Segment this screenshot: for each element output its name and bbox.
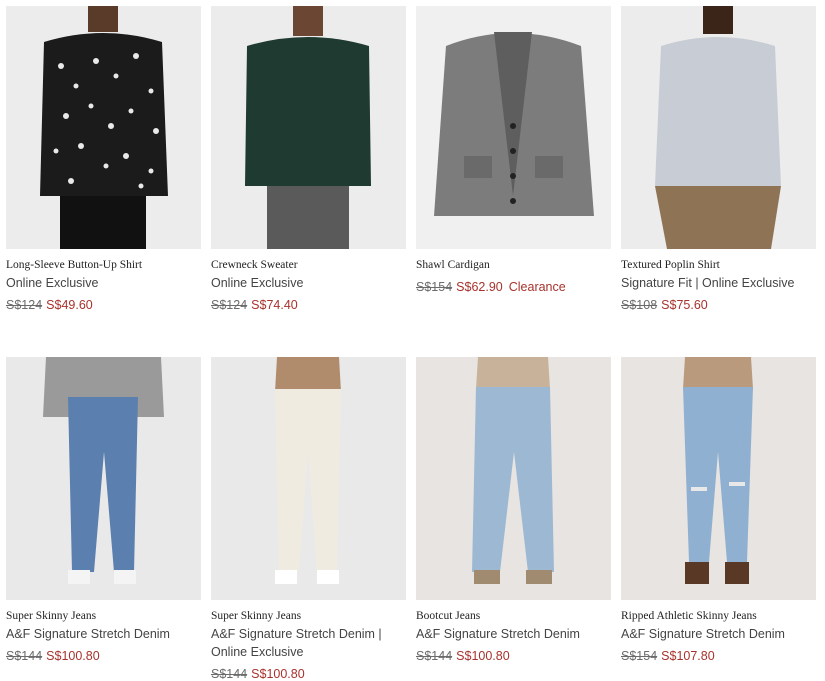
product-name[interactable]: Long-Sleeve Button-Up Shirt	[6, 259, 142, 271]
product-image-crewneck-sweater[interactable]	[211, 6, 406, 249]
product-name[interactable]: Bootcut Jeans	[416, 610, 480, 622]
product-price: S$154 S$107.80	[621, 649, 715, 663]
product-image-ripped-athletic-skinny-jeans[interactable]	[621, 357, 816, 600]
original-price: S$144	[211, 667, 248, 681]
product-name[interactable]: Textured Poplin Shirt	[621, 259, 720, 271]
sale-price: S$74.40	[251, 298, 298, 312]
clearance-badge: Clearance	[508, 280, 566, 294]
original-price: S$124	[6, 298, 43, 312]
product-name[interactable]: Crewneck Sweater	[211, 259, 298, 271]
product-name[interactable]: Super Skinny Jeans	[6, 610, 96, 622]
sale-price: S$100.80	[46, 649, 100, 663]
original-price: S$124	[211, 298, 248, 312]
product-subtitle: Online Exclusive	[6, 276, 99, 290]
sale-price: S$49.60	[46, 298, 93, 312]
product-price: S$144 S$100.80	[211, 667, 305, 681]
product-price: S$124 S$49.60	[6, 298, 93, 312]
product-price: S$124 S$74.40	[211, 298, 298, 312]
product-name[interactable]: Super Skinny Jeans	[211, 610, 301, 622]
product-subtitle: A&F Signature Stretch Denim | Online Exc…	[211, 627, 382, 659]
product-price: S$154 S$62.90 Clearance	[416, 280, 566, 294]
product-subtitle: A&F Signature Stretch Denim	[621, 627, 785, 641]
sale-price: S$100.80	[251, 667, 305, 681]
product-name[interactable]: Ripped Athletic Skinny Jeans	[621, 610, 757, 622]
product-subtitle: A&F Signature Stretch Denim	[6, 627, 170, 641]
product-subtitle: A&F Signature Stretch Denim	[416, 627, 580, 641]
product-image-super-skinny-jeans[interactable]	[6, 357, 201, 600]
product-price: S$108 S$75.60	[621, 298, 708, 312]
original-price: S$108	[621, 298, 658, 312]
product-price: S$144 S$100.80	[6, 649, 100, 663]
product-image-poplin-shirt[interactable]	[621, 6, 816, 249]
product-image-super-skinny-jeans-ecru[interactable]	[211, 357, 406, 600]
product-subtitle: Signature Fit | Online Exclusive	[621, 276, 795, 290]
product-name[interactable]: Shawl Cardigan	[416, 259, 490, 271]
original-price: S$144	[6, 649, 43, 663]
sale-price: S$62.90	[456, 280, 503, 294]
sale-price: S$75.60	[661, 298, 708, 312]
original-price: S$154	[416, 280, 453, 294]
product-price: S$144 S$100.80	[416, 649, 510, 663]
product-image-shawl-cardigan[interactable]	[416, 6, 611, 249]
sale-price: S$107.80	[661, 649, 715, 663]
sale-price: S$100.80	[456, 649, 510, 663]
product-image-button-up-shirt[interactable]	[6, 6, 201, 249]
product-subtitle: Online Exclusive	[211, 276, 304, 290]
product-image-bootcut-jeans[interactable]	[416, 357, 611, 600]
original-price: S$154	[621, 649, 658, 663]
original-price: S$144	[416, 649, 453, 663]
